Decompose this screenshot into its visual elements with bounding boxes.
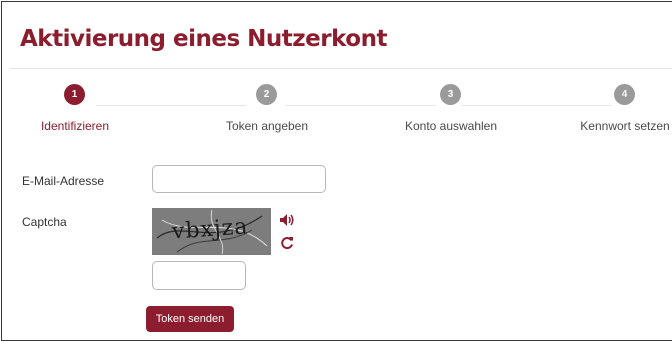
captcha-image: vbxjza [152,208,271,255]
step-2-label: Token angeben [225,119,309,133]
step-4-label: Kennwort setzen [580,119,670,133]
send-token-button[interactable]: Token senden [146,306,234,332]
step-connector [286,105,436,106]
captcha-input[interactable] [152,261,246,290]
speaker-icon[interactable] [279,213,295,229]
email-label: E-Mail-Adresse [22,174,105,188]
step-1-label: Identifizieren [40,119,110,133]
step-1-circle: 1 [64,84,85,105]
step-3-circle: 3 [440,84,461,105]
step-4-circle: 4 [614,84,635,105]
page-title: Aktivierung eines Nutzerkont [20,26,387,52]
step-connector [462,105,612,106]
email-field[interactable] [152,165,326,193]
step-3-label: Konto auswahlen [404,119,498,133]
captcha-label: Captcha [22,215,67,229]
captcha-text: vbxjza [171,214,250,245]
page-frame [1,1,672,341]
step-connector [96,105,246,106]
refresh-icon[interactable] [280,236,294,252]
title-divider [10,68,672,69]
step-2-circle: 2 [256,84,277,105]
